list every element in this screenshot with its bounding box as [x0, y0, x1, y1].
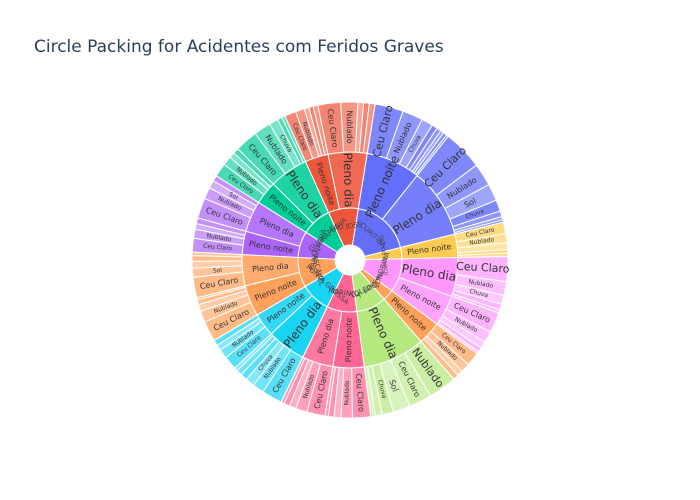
sunburst-slices — [191, 101, 509, 419]
sunburst-chart: Circle Packing for Acidentes com Feridos… — [34, 37, 510, 419]
chart-title: Circle Packing for Acidentes com Feridos… — [34, 37, 444, 57]
